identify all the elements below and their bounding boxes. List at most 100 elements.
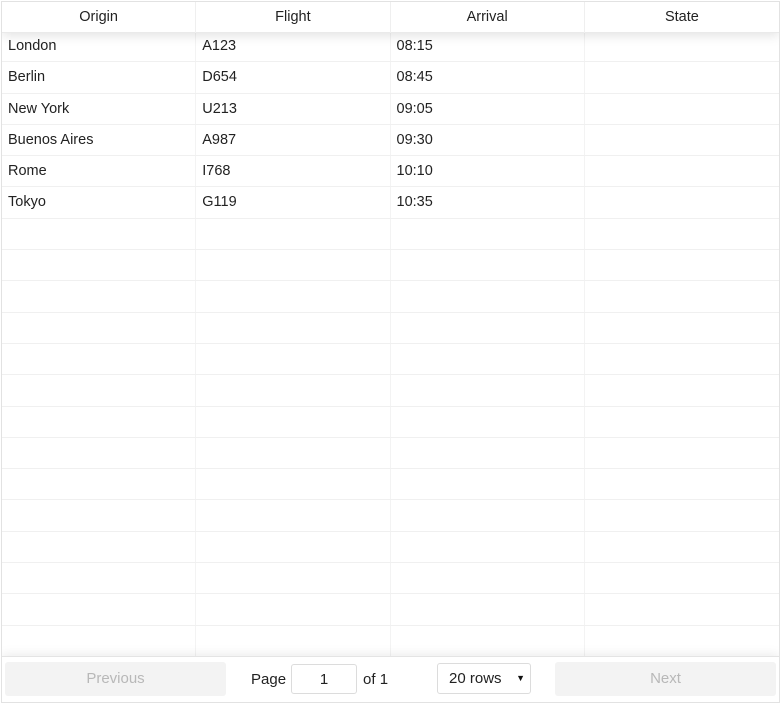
- table-cell: [2, 343, 197, 375]
- table-row[interactable]: [2, 218, 779, 251]
- table-cell: D654: [196, 62, 391, 93]
- table-cell: A987: [196, 124, 391, 156]
- table-cell: [2, 437, 197, 469]
- table-cell: London: [2, 31, 197, 62]
- pagination-bar: Previous Page of 1 20 rows ▼ Next: [2, 656, 779, 702]
- total-pages-label: of 1: [363, 670, 389, 688]
- table-cell: G119: [196, 187, 391, 218]
- rows-per-page-select[interactable]: 20 rows ▼: [437, 663, 531, 694]
- table-cell: [391, 500, 585, 531]
- table-cell: I768: [196, 156, 391, 187]
- table-cell: New York: [2, 93, 197, 124]
- column-header-arrival[interactable]: Arrival: [391, 2, 585, 33]
- table-cell: [2, 312, 197, 343]
- table-row[interactable]: [2, 406, 779, 438]
- table-cell: [585, 250, 779, 280]
- table-cell: [585, 344, 779, 374]
- table-cell: [391, 218, 585, 250]
- page-label: Page: [251, 670, 287, 688]
- table-cell: [196, 563, 391, 594]
- table-cell: A123: [196, 31, 391, 62]
- next-button[interactable]: Next: [555, 662, 776, 696]
- table-row[interactable]: Buenos Aires A987 09:30: [2, 124, 779, 157]
- table-cell: [585, 62, 779, 92]
- table-cell: 09:05: [391, 93, 585, 124]
- table-cell: [196, 625, 391, 656]
- table-row[interactable]: New York U213 09:05: [2, 93, 779, 125]
- table-row[interactable]: [2, 250, 779, 282]
- table-cell: [391, 437, 585, 469]
- table-cell: [585, 469, 779, 499]
- table-cell: [196, 250, 391, 281]
- table-cell: [585, 219, 779, 249]
- table-row[interactable]: [2, 437, 779, 470]
- table-row[interactable]: [2, 375, 779, 407]
- table-cell: [2, 594, 197, 625]
- caret-down-icon: ▼: [516, 673, 525, 683]
- table-cell: [585, 94, 779, 124]
- table-cell: [585, 594, 779, 624]
- table-cell: [391, 625, 585, 656]
- table-cell: [196, 500, 391, 531]
- table-cell: [2, 563, 197, 594]
- previous-button[interactable]: Previous: [5, 662, 226, 696]
- table-cell: [196, 312, 391, 343]
- column-header-state[interactable]: State: [585, 2, 779, 33]
- page-info: Page of 1: [251, 663, 388, 695]
- table-row[interactable]: [2, 625, 779, 657]
- table-cell: [196, 594, 391, 625]
- page-number-input[interactable]: [291, 664, 358, 694]
- table-cell: [2, 625, 197, 656]
- table-cell: 08:15: [391, 31, 585, 62]
- table-cell: [585, 187, 779, 217]
- table-cell: [391, 375, 585, 406]
- table-cell: [196, 469, 391, 500]
- table-cell: [2, 281, 197, 312]
- table-cell: [585, 125, 779, 155]
- table-row[interactable]: [2, 563, 779, 595]
- table-cell: [2, 218, 197, 250]
- table-row[interactable]: [2, 594, 779, 626]
- table-cell: 10:10: [391, 156, 585, 187]
- table-row[interactable]: [2, 281, 779, 313]
- table-cell: [2, 375, 197, 406]
- table-row[interactable]: Rome I768 10:10: [2, 156, 779, 188]
- table-cell: [585, 313, 779, 343]
- table-cell: U213: [196, 93, 391, 124]
- column-header-origin[interactable]: Origin: [2, 2, 197, 33]
- table-cell: Berlin: [2, 62, 197, 93]
- table-cell: [585, 438, 779, 468]
- table-cell: [585, 156, 779, 186]
- table-row[interactable]: [2, 312, 779, 344]
- table-row[interactable]: [2, 469, 779, 501]
- table-cell: [391, 469, 585, 500]
- table-cell: [2, 500, 197, 531]
- rows-per-page-value: 20 rows: [449, 670, 502, 687]
- table-cell: [2, 469, 197, 500]
- table-cell: [585, 375, 779, 405]
- column-header-flight[interactable]: Flight: [196, 2, 391, 33]
- table-cell: [391, 531, 585, 563]
- table-cell: [391, 312, 585, 343]
- table-row[interactable]: [2, 500, 779, 532]
- table-row[interactable]: Berlin D654 08:45: [2, 62, 779, 94]
- table-cell: [585, 626, 779, 656]
- table-cell: [391, 343, 585, 375]
- table-cell: Buenos Aires: [2, 124, 197, 156]
- table-cell: [585, 407, 779, 437]
- table-cell: [196, 406, 391, 437]
- table-cell: [2, 406, 197, 437]
- table-body: London A123 08:15 Berlin D654 08:45 New York U2…: [2, 31, 779, 657]
- table-row[interactable]: [2, 531, 779, 564]
- table-cell: [196, 281, 391, 312]
- table-header: Origin Flight Arrival State: [2, 2, 779, 33]
- table-row[interactable]: [2, 343, 779, 376]
- table-cell: [2, 250, 197, 281]
- table-cell: [585, 31, 779, 61]
- table-cell: [585, 281, 779, 311]
- table-row[interactable]: Tokyo G119 10:35: [2, 187, 779, 219]
- table-cell: [391, 563, 585, 594]
- table-row[interactable]: London A123 08:15: [2, 31, 779, 63]
- table-cell: [2, 531, 197, 563]
- table-cell: Rome: [2, 156, 197, 187]
